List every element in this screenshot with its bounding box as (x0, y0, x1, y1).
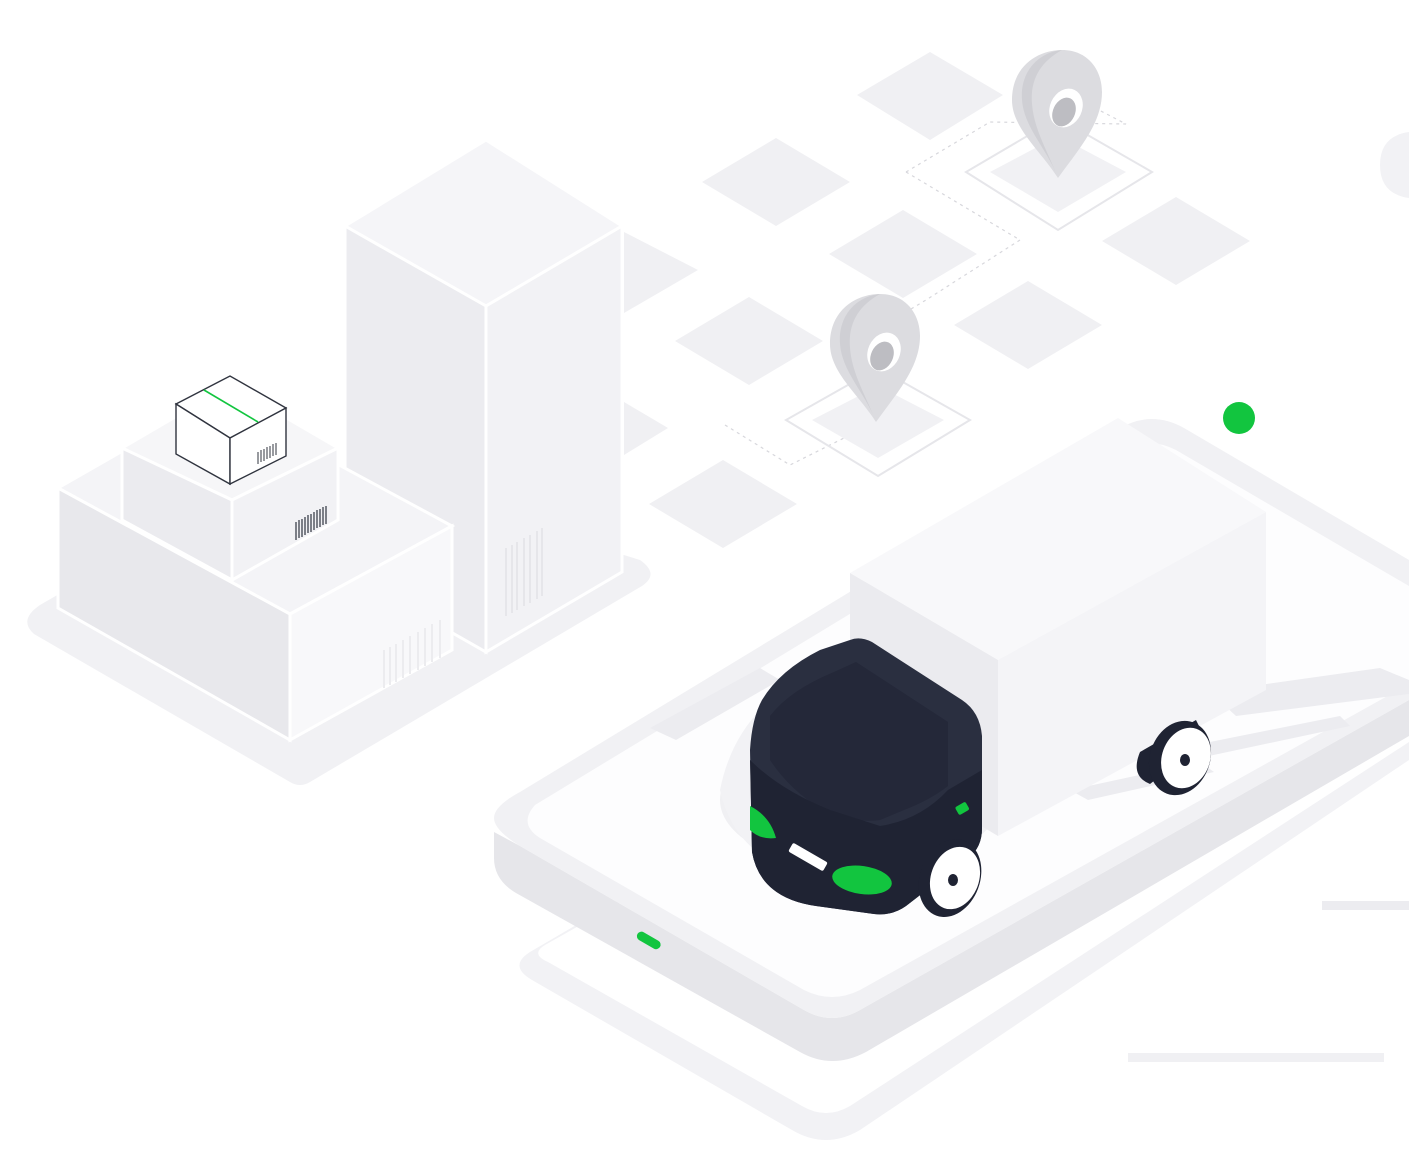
map-tile (702, 138, 850, 226)
map-tile (857, 52, 1003, 140)
map-tile (649, 460, 797, 548)
status-dot-icon (1223, 402, 1255, 434)
map-tile (1102, 197, 1250, 285)
map-tile (675, 297, 823, 385)
map-tile (954, 281, 1102, 369)
deco-line (1128, 1053, 1384, 1062)
delivery-illustration (27, 50, 1409, 1140)
map-tile (624, 402, 668, 455)
warehouse-group (27, 138, 651, 785)
deco-line (1322, 901, 1409, 910)
map-tile (624, 232, 698, 313)
edge-circle (1380, 132, 1409, 198)
map-tile (829, 210, 977, 298)
